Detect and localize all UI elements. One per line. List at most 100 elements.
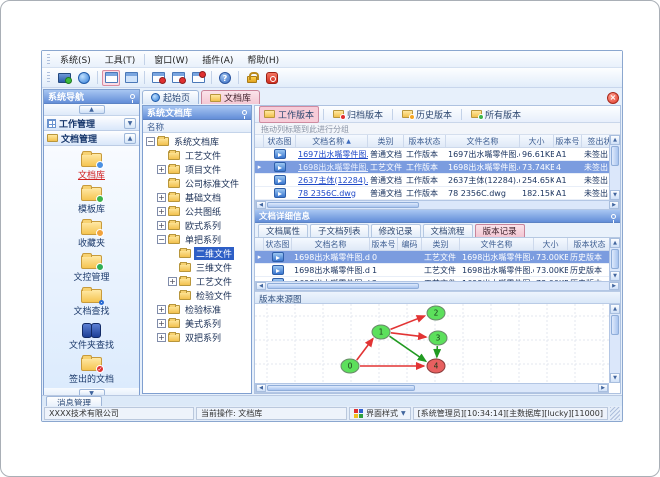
tree-node[interactable]: 检验文件 xyxy=(143,288,251,302)
graph-node[interactable]: 2 xyxy=(426,305,446,321)
tree-toggle-plus[interactable]: + xyxy=(157,206,166,216)
mail-badge2-button[interactable] xyxy=(189,70,207,86)
scrollbar-thumb[interactable] xyxy=(267,202,420,208)
tree-node[interactable]: + 工艺文件 xyxy=(143,274,251,288)
table-row[interactable]: ▸1698出水嘴零件图.dwg工艺文件工作版本1698出水嘴零件图.dwg73.… xyxy=(255,161,609,174)
tree-node[interactable]: 二维文件 xyxy=(143,246,251,260)
ui-style-selector[interactable]: 界面样式 ▼ xyxy=(349,407,411,420)
scrollbar-track[interactable] xyxy=(420,201,609,209)
all-versions-button[interactable]: 所有版本 xyxy=(466,106,526,123)
scroll-up-button[interactable]: ▲ xyxy=(610,304,620,314)
scroll-down-button[interactable]: ▼ xyxy=(610,190,620,200)
scrollbar-thumb[interactable] xyxy=(611,146,619,166)
column-header[interactable]: 版本号 xyxy=(554,135,582,147)
pin-icon[interactable] xyxy=(242,110,247,119)
globe-button[interactable] xyxy=(75,70,93,86)
tree-toggle-plus[interactable]: + xyxy=(157,220,166,230)
vertical-scrollbar[interactable]: ▲ ▼ xyxy=(609,238,620,281)
column-header[interactable]: 文档名称 xyxy=(292,238,370,250)
tree-node[interactable]: + 美式系列 xyxy=(143,316,251,330)
tab-doc-flow[interactable]: 文档流程 xyxy=(422,224,473,237)
column-header[interactable]: 状态图 xyxy=(264,238,292,250)
column-header[interactable]: 版本状态 xyxy=(404,135,446,147)
tree-node[interactable]: + 项目文件 xyxy=(143,162,251,176)
window-alt-button[interactable] xyxy=(122,70,140,86)
tree-node[interactable]: + 公共图纸 xyxy=(143,204,251,218)
tree-toggle-plus[interactable]: + xyxy=(157,318,166,328)
tab-document-library[interactable]: 文档库 xyxy=(201,90,261,104)
rebar-grip[interactable] xyxy=(47,53,50,65)
tree-node[interactable]: 三维文件 xyxy=(143,260,251,274)
tree-toggle-minus[interactable]: − xyxy=(146,136,155,146)
scrollbar-track[interactable] xyxy=(420,282,609,290)
sidebar-item-document-control[interactable]: 文控管理 xyxy=(44,252,139,286)
scrollbar-track[interactable] xyxy=(610,336,620,373)
sidebar-item-folder-search[interactable]: 文件夹查找 xyxy=(44,320,139,354)
column-header[interactable]: 编码 xyxy=(398,238,422,250)
tree-toggle-plus[interactable]: + xyxy=(157,192,166,202)
scroll-right-button[interactable]: ▶ xyxy=(609,282,619,290)
tree-node[interactable]: 公司标准文件 xyxy=(143,176,251,190)
scroll-left-button[interactable]: ◀ xyxy=(256,384,266,392)
graph-node[interactable]: 3 xyxy=(428,330,448,346)
graph-node[interactable]: 0 xyxy=(340,358,360,374)
menu-item-tools[interactable]: 工具(T) xyxy=(98,53,143,66)
chevron-down-icon[interactable]: ▼ xyxy=(124,117,136,129)
column-header[interactable]: 文件名称 xyxy=(460,238,534,250)
screen-button[interactable] xyxy=(55,70,73,86)
sidebar-group-work-management[interactable]: 工作管理 ▼ xyxy=(44,116,139,131)
tab-doc-properties[interactable]: 文档属性 xyxy=(258,224,309,237)
tree-node[interactable]: − 系统文档库 xyxy=(143,134,251,148)
sidebar-item-template-library[interactable]: 模板库 xyxy=(44,184,139,218)
tree-column-header[interactable]: 名称 xyxy=(143,120,251,133)
horizontal-scrollbar[interactable]: ◀ ▶ xyxy=(255,200,620,210)
sidebar-item-favorites[interactable]: 收藏夹 xyxy=(44,218,139,252)
mail-close-button[interactable] xyxy=(149,70,167,86)
column-header[interactable]: 版本状态 xyxy=(568,238,609,250)
mail-badge-button[interactable] xyxy=(169,70,187,86)
working-version-button[interactable]: 工作版本 xyxy=(259,105,320,123)
vertical-scrollbar[interactable]: ▲ ▼ xyxy=(609,304,620,383)
menu-item-help[interactable]: 帮助(H) xyxy=(240,53,286,66)
table-row[interactable]: 1698出水嘴零件图.dwg2工艺文件1698出水嘴零件图.dwg73.00KB… xyxy=(255,277,609,281)
tab-start-page[interactable]: 起始页 xyxy=(142,90,200,104)
scrollbar-track[interactable] xyxy=(416,384,598,392)
table-row[interactable]: 2637主体(12284).dwg普通文档工作版本2637主体(12284).d… xyxy=(255,174,609,187)
tab-modify-records[interactable]: 修改记录 xyxy=(370,224,421,237)
sidebar-item-document-search[interactable]: 文档查找 xyxy=(44,286,139,320)
tree-toggle-plus[interactable]: + xyxy=(157,304,166,314)
rebar-grip[interactable] xyxy=(47,72,50,83)
tree-node[interactable]: 工艺文件 xyxy=(143,148,251,162)
lock-button[interactable] xyxy=(243,70,261,86)
table-row[interactable]: ▸1698出水嘴零件图.dwg0工艺文件1698出水嘴零件图.dwg73.00K… xyxy=(255,251,609,264)
sidebar-item-document-library[interactable]: 文档库 xyxy=(44,150,139,184)
resize-grip[interactable] xyxy=(610,407,620,420)
tree-toggle-minus[interactable]: − xyxy=(157,234,166,244)
column-header[interactable]: 大小 xyxy=(520,135,554,147)
tree-node[interactable]: + 检验标准 xyxy=(143,302,251,316)
archived-version-button[interactable]: 归档版本 xyxy=(328,106,388,123)
column-header[interactable]: 状态图 xyxy=(264,135,296,147)
tab-sub-doc-list[interactable]: 子文档列表 xyxy=(310,224,369,237)
help-button[interactable]: ? xyxy=(216,70,234,86)
tree-toggle-plus[interactable]: + xyxy=(168,276,177,286)
tree-node[interactable]: − 单把系列 xyxy=(143,232,251,246)
exit-button[interactable] xyxy=(263,70,281,86)
tree-node[interactable]: + 基础文档 xyxy=(143,190,251,204)
scrollbar-thumb[interactable] xyxy=(267,385,415,391)
column-header[interactable]: 类别 xyxy=(422,238,460,250)
tab-version-records[interactable]: 版本记录 xyxy=(474,224,525,237)
column-header[interactable]: 大小 xyxy=(534,238,568,250)
horizontal-scrollbar[interactable]: ◀ ▶ xyxy=(255,383,609,393)
pin-icon[interactable] xyxy=(611,213,616,223)
graph-node[interactable]: 1 xyxy=(371,324,391,340)
scrollbar-thumb[interactable] xyxy=(611,315,619,335)
vertical-scrollbar[interactable]: ▲ ▼ xyxy=(609,135,620,200)
menu-item-system[interactable]: 系统(S) xyxy=(53,53,98,66)
window-button[interactable] xyxy=(102,69,120,86)
scroll-left-button[interactable]: ◀ xyxy=(256,201,266,209)
scroll-down-button[interactable]: ▼ xyxy=(610,373,620,383)
table-row[interactable]: 1698出水嘴零件图.dwg1工艺文件1698出水嘴零件图.dwg73.00KB… xyxy=(255,264,609,277)
scroll-right-button[interactable]: ▶ xyxy=(598,384,608,392)
scrollbar-thumb[interactable] xyxy=(611,249,619,269)
